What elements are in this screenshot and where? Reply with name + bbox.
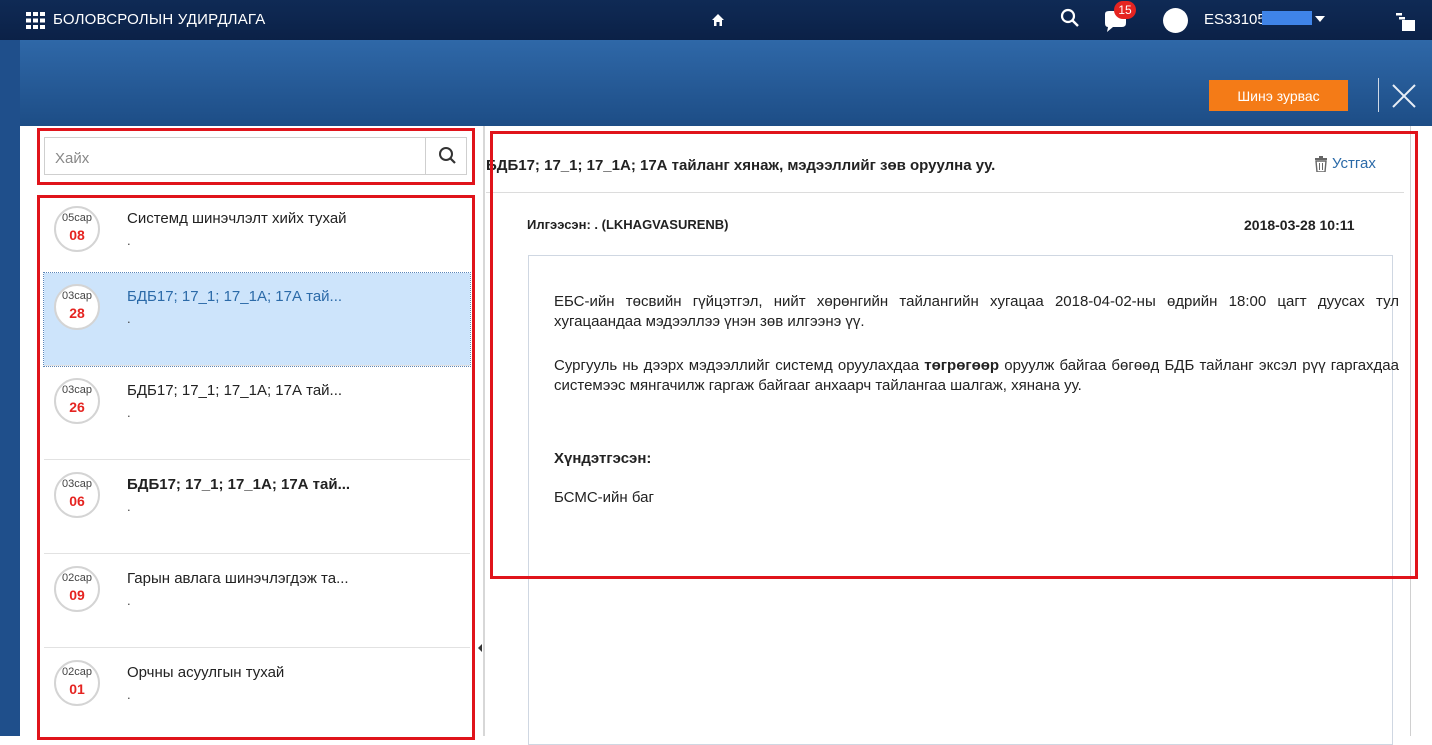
message-list-item[interactable]: 02сар 09 Гарын авлага шинэчлэгдэж та... … <box>44 555 470 648</box>
message-preview: . <box>127 233 131 248</box>
top-bar: БОЛОВСРОЛЫН УДИРДЛАГА 15 ES331055 <box>0 0 1432 40</box>
title-divider <box>486 192 1404 193</box>
message-preview: . <box>127 687 131 702</box>
message-subject: Системд шинэчлэлт хийх тухай <box>127 210 347 227</box>
message-title: БДБ17; 17_1; 17_1А; 17А тайланг хянаж, м… <box>486 157 996 174</box>
message-preview: . <box>127 311 131 326</box>
search-button[interactable] <box>425 138 468 174</box>
message-subject: БДБ17; 17_1; 17_1А; 17А тай... <box>127 382 343 399</box>
message-list-item-selected[interactable]: 03сар 28 БДБ17; 17_1; 17_1А; 17А тай... … <box>43 272 471 367</box>
date-badge: 03сар 26 <box>54 378 100 424</box>
search-input[interactable] <box>53 146 417 170</box>
delete-button[interactable]: Устгах <box>1314 155 1376 172</box>
message-list-item[interactable]: 02сар 01 Орчны асуулгын тухай . <box>44 649 470 741</box>
message-list-item[interactable]: 03сар 06 БДБ17; 17_1; 17_1А; 17А тай... … <box>44 461 470 554</box>
message-preview: . <box>127 593 131 608</box>
message-preview: . <box>127 405 131 420</box>
body-greeting: Хүндэтгэсэн: <box>554 450 652 467</box>
home-icon[interactable] <box>711 13 725 27</box>
body-paragraph-2: Сургууль нь дээрх мэдээллийг системд ору… <box>554 357 1399 394</box>
search-icon <box>439 147 456 164</box>
app-title[interactable]: БОЛОВСРОЛЫН УДИРДЛАГА <box>53 11 265 28</box>
left-edge <box>0 40 20 736</box>
avatar[interactable] <box>1163 8 1188 33</box>
collapse-arrow-icon[interactable] <box>478 644 482 652</box>
apps-grid-icon[interactable] <box>26 12 45 29</box>
delete-label: Устгах <box>1332 155 1376 172</box>
sent-date: 2018-03-28 10:11 <box>1244 217 1355 233</box>
window-switch-icon[interactable] <box>1395 10 1417 32</box>
sender-info: Илгээсэн: . (LKHAGVASURENB) <box>527 217 729 232</box>
panel-border <box>1410 126 1411 736</box>
date-badge: 03сар 06 <box>54 472 100 518</box>
message-list-item[interactable]: 03сар 26 БДБ17; 17_1; 17_1А; 17А тай... … <box>44 367 470 460</box>
toolbar-divider <box>1378 78 1379 112</box>
close-icon[interactable] <box>1390 82 1418 110</box>
new-message-button[interactable]: Шинэ зурвас <box>1209 80 1348 111</box>
search-icon[interactable] <box>1059 7 1081 29</box>
message-subject: Орчны асуулгын тухай <box>127 664 285 681</box>
chevron-down-icon[interactable] <box>1315 16 1325 22</box>
message-subject: БДБ17; 17_1; 17_1А; 17А тай... <box>127 288 343 305</box>
message-subject: БДБ17; 17_1; 17_1А; 17А тай... <box>127 476 351 493</box>
date-badge: 03сар 28 <box>54 284 100 330</box>
date-badge: 02сар 09 <box>54 566 100 612</box>
message-preview: . <box>127 499 131 514</box>
message-subject: Гарын авлага шинэчлэгдэж та... <box>127 570 349 587</box>
date-badge: 05сар 08 <box>54 206 100 252</box>
notification-count-badge[interactable]: 15 <box>1114 1 1136 19</box>
trash-icon <box>1315 155 1327 172</box>
search-box <box>44 137 467 175</box>
redacted-username-mask <box>1262 11 1312 25</box>
body-signature: БСМС-ийн баг <box>554 489 654 506</box>
body-paragraph-1: ЕБС-ийн төсвийн гүйцэтгэл, нийт хөрөнгий… <box>554 293 1399 330</box>
date-badge: 02сар 01 <box>54 660 100 706</box>
